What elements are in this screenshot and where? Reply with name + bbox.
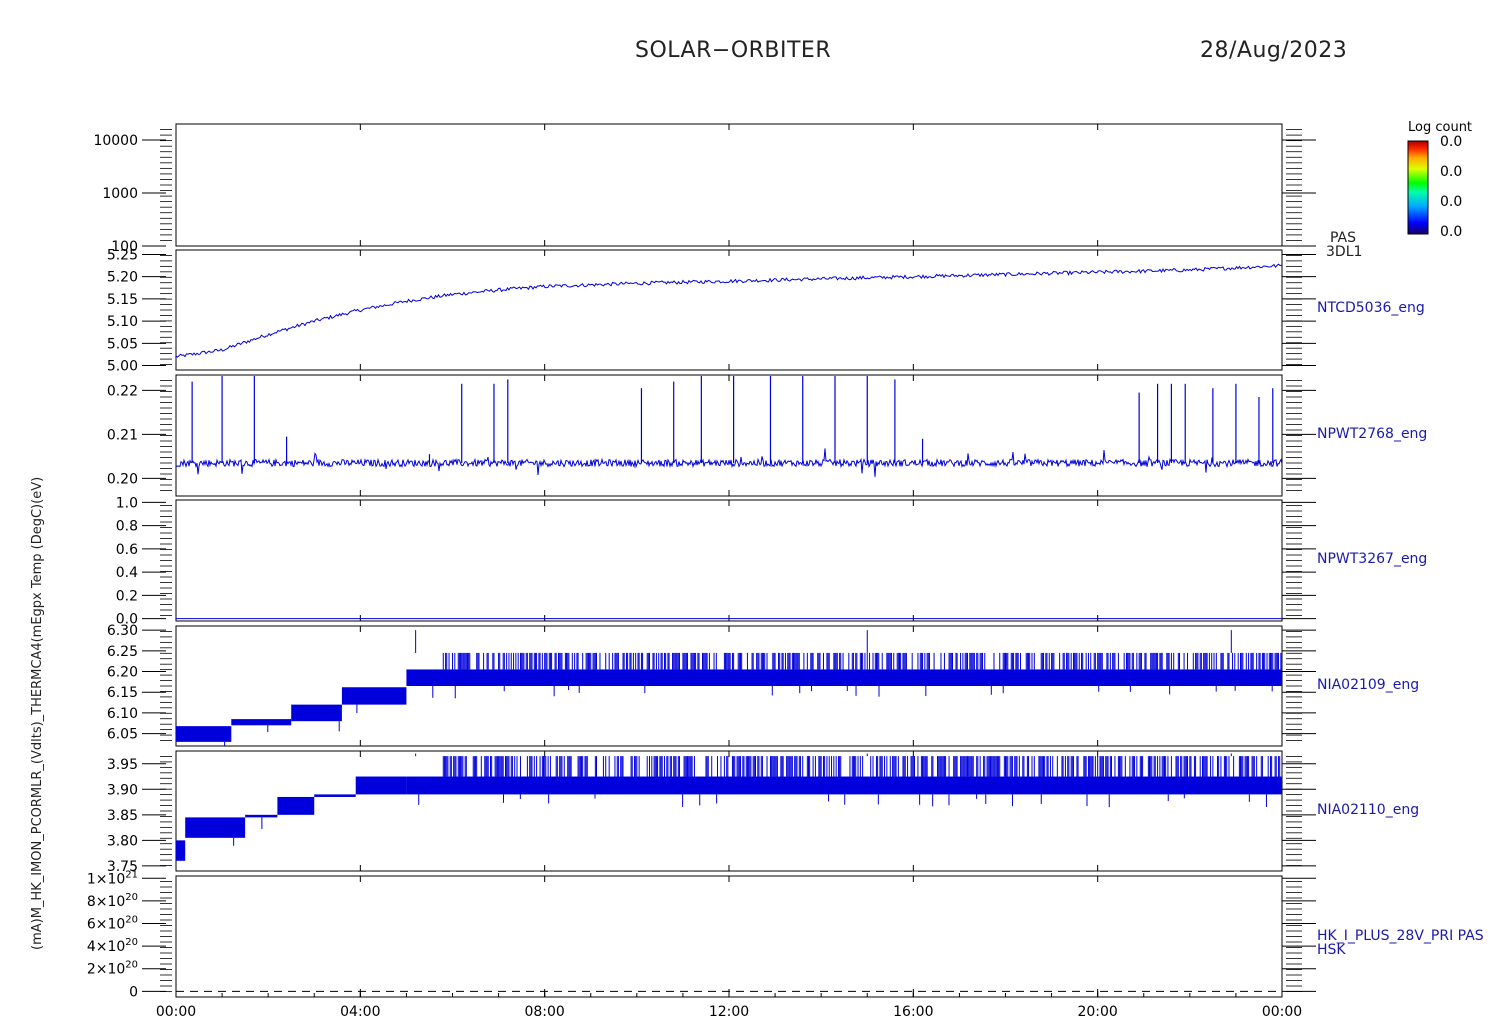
x-tick-label: 20:00 (1077, 1004, 1117, 1020)
panel-frame (175, 123, 1283, 247)
x-tick-label: 16:00 (893, 1004, 933, 1020)
y-tick-label: 0 (129, 984, 138, 1000)
band-segment (185, 817, 246, 838)
band-segment (277, 796, 315, 815)
band-segment (176, 840, 186, 861)
x-tick-label: 00:00 (1262, 1004, 1302, 1020)
y-tick-label: 0.21 (107, 427, 138, 443)
panel-frame (175, 249, 1283, 371)
y-tick-label: 0.2 (116, 588, 138, 604)
band-segment (291, 704, 342, 722)
y-tick-label: 6×1020 (87, 914, 138, 932)
panel-label: NPWT2768_eng (1317, 426, 1428, 442)
colorbar-label: 0.0 (1440, 194, 1463, 210)
panel-frame (175, 374, 1283, 497)
x-tick-label: 12:00 (709, 1004, 749, 1020)
panel-label: NPWT3267_eng (1317, 551, 1428, 567)
y-tick-label: 5.05 (107, 336, 138, 352)
y-tick-label: 1.0 (116, 495, 138, 511)
y-tick-label: 6.20 (107, 665, 138, 681)
x-tick-label: 08:00 (524, 1004, 564, 1020)
y-tick-label: 10000 (93, 133, 138, 149)
colorbar-label: 0.0 (1440, 164, 1463, 180)
y-tick-label: 6.15 (107, 685, 138, 701)
y-tick-label: 0.6 (116, 542, 138, 558)
multi-panel-plot: 1000010001005.255.205.155.105.055.000.22… (87, 123, 1429, 1020)
y-tick-label: 3.95 (107, 757, 138, 773)
panel-frame (175, 750, 1283, 872)
band-segment (231, 719, 292, 726)
band-segment (406, 669, 1283, 686)
y-tick-label: 0.22 (107, 383, 138, 399)
y-tick-label: 5.10 (107, 314, 138, 330)
y-tick-label: 2×1020 (87, 960, 138, 978)
y-tick-label: 3.90 (107, 782, 138, 798)
panel-frame (175, 499, 1283, 622)
panel-label: NIA02110_eng (1317, 802, 1420, 818)
y-tick-label: 8×1020 (87, 892, 138, 910)
y-tick-label: 5.20 (107, 270, 138, 286)
y-tick-label: 5.15 (107, 292, 138, 308)
series-line (175, 263, 1282, 358)
panel-frame (175, 875, 1283, 998)
panel-label: NIA02109_eng (1317, 677, 1420, 693)
y-tick-label: 5.00 (107, 359, 138, 375)
colorbar (1407, 140, 1429, 235)
band-segment (355, 776, 407, 795)
band-segment (176, 726, 232, 742)
y-tick-label: 5.25 (107, 247, 138, 263)
y-tick-label: 3.80 (107, 833, 138, 849)
y-tick-label: 6.10 (107, 706, 138, 722)
band-segment (314, 794, 356, 797)
panel-label: HSK (1317, 942, 1346, 958)
panel-label: NTCD5036_eng (1317, 300, 1425, 316)
y-tick-label: 1000 (102, 186, 138, 202)
colorbar-title: Log count (1408, 120, 1473, 135)
y-tick-label: 0.8 (116, 519, 138, 535)
series-line (175, 448, 1283, 477)
y-tick-label: 6.25 (107, 644, 138, 660)
colorbar-label: 0.0 (1440, 134, 1463, 150)
y-tick-label: 0.4 (116, 565, 138, 581)
y-tick-label: 6.05 (107, 727, 138, 743)
colorbar-label: 0.0 (1440, 224, 1463, 240)
band-segment (341, 687, 407, 705)
y-tick-label: 3.85 (107, 808, 138, 824)
y-tick-label: 0.20 (107, 471, 138, 487)
band-segment (245, 814, 278, 818)
x-tick-label: 00:00 (156, 1004, 196, 1020)
y-tick-label: 6.30 (107, 623, 138, 639)
band-segment (406, 776, 1283, 795)
y-tick-label: 4×1020 (87, 937, 138, 955)
panel-label: 3DL1 (1326, 244, 1363, 260)
x-tick-label: 04:00 (340, 1004, 380, 1020)
y-tick-label: 1×1021 (87, 869, 138, 887)
